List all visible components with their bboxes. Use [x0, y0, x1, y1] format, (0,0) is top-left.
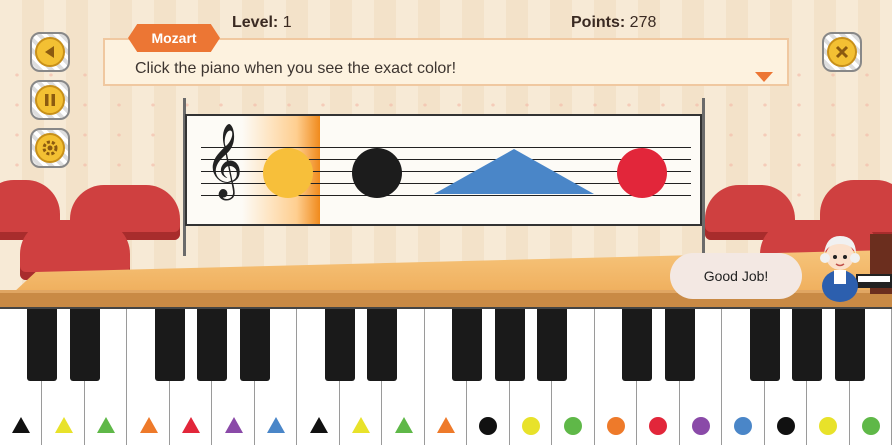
- key-circle-marker: [606, 417, 625, 435]
- key-triangle-marker: [97, 417, 116, 433]
- back-arrow-icon: [35, 37, 65, 67]
- mozart-avatar: [820, 234, 892, 302]
- piano-black-key[interactable]: [494, 309, 525, 381]
- key-circle-marker: [564, 417, 583, 435]
- key-circle-marker: [479, 417, 498, 435]
- key-triangle-marker: [182, 417, 201, 433]
- key-triangle-marker: [139, 417, 158, 433]
- settings-button[interactable]: [30, 128, 70, 168]
- key-circle-marker: [734, 417, 753, 435]
- back-button[interactable]: [30, 32, 70, 72]
- key-triangle-marker: [54, 417, 73, 433]
- notes-layer: [263, 148, 667, 198]
- key-triangle-marker: [352, 417, 371, 433]
- key-triangle-marker: [224, 417, 243, 433]
- close-button[interactable]: [822, 32, 862, 72]
- note-circle: [617, 148, 667, 198]
- music-sheet: 𝄞: [185, 114, 702, 226]
- key-circle-marker: [521, 417, 540, 435]
- note-circle: [263, 148, 313, 198]
- piano-black-key[interactable]: [622, 309, 653, 381]
- key-circle-marker: [776, 417, 795, 435]
- key-triangle-marker: [309, 417, 328, 433]
- pause-button[interactable]: [30, 80, 70, 120]
- piano-black-key[interactable]: [154, 309, 185, 381]
- feedback-bubble: Good Job!: [670, 253, 802, 299]
- level-display: Level: 1: [232, 14, 292, 32]
- level-label: Level:: [232, 14, 279, 31]
- piano-black-key[interactable]: [452, 309, 483, 381]
- gear-icon: [35, 133, 65, 163]
- piano-black-key[interactable]: [367, 309, 398, 381]
- key-triangle-marker: [12, 417, 31, 433]
- pause-icon: [35, 85, 65, 115]
- level-value: 1: [282, 14, 292, 31]
- note-triangle: [434, 149, 594, 194]
- key-circle-marker: [819, 417, 838, 435]
- speaker-tag: Mozart: [128, 24, 220, 52]
- piano-black-key[interactable]: [664, 309, 695, 381]
- dialog-message: Click the piano when you see the exact c…: [135, 60, 457, 77]
- key-circle-marker: [691, 417, 710, 435]
- piano-keyboard: [0, 307, 892, 445]
- piano-black-key[interactable]: [749, 309, 780, 381]
- piano-black-key[interactable]: [324, 309, 355, 381]
- key-circle-marker: [861, 417, 880, 435]
- piano-black-key[interactable]: [834, 309, 865, 381]
- note-circle: [352, 148, 402, 198]
- key-triangle-marker: [267, 417, 286, 433]
- points-value: 278: [629, 14, 657, 31]
- key-circle-marker: [649, 417, 668, 435]
- key-triangle-marker: [394, 417, 413, 433]
- points-display: Points: 278: [571, 14, 656, 32]
- close-icon: [827, 37, 857, 67]
- piano-black-key[interactable]: [792, 309, 823, 381]
- points-label: Points:: [571, 14, 626, 31]
- piano-black-key[interactable]: [69, 309, 100, 381]
- piano-black-key[interactable]: [27, 309, 58, 381]
- dialog-next-icon[interactable]: [755, 72, 773, 82]
- sheet-stand-right: [702, 98, 705, 256]
- piano-black-key[interactable]: [537, 309, 568, 381]
- piano-black-key[interactable]: [239, 309, 270, 381]
- piano-black-key[interactable]: [197, 309, 228, 381]
- key-triangle-marker: [436, 417, 455, 433]
